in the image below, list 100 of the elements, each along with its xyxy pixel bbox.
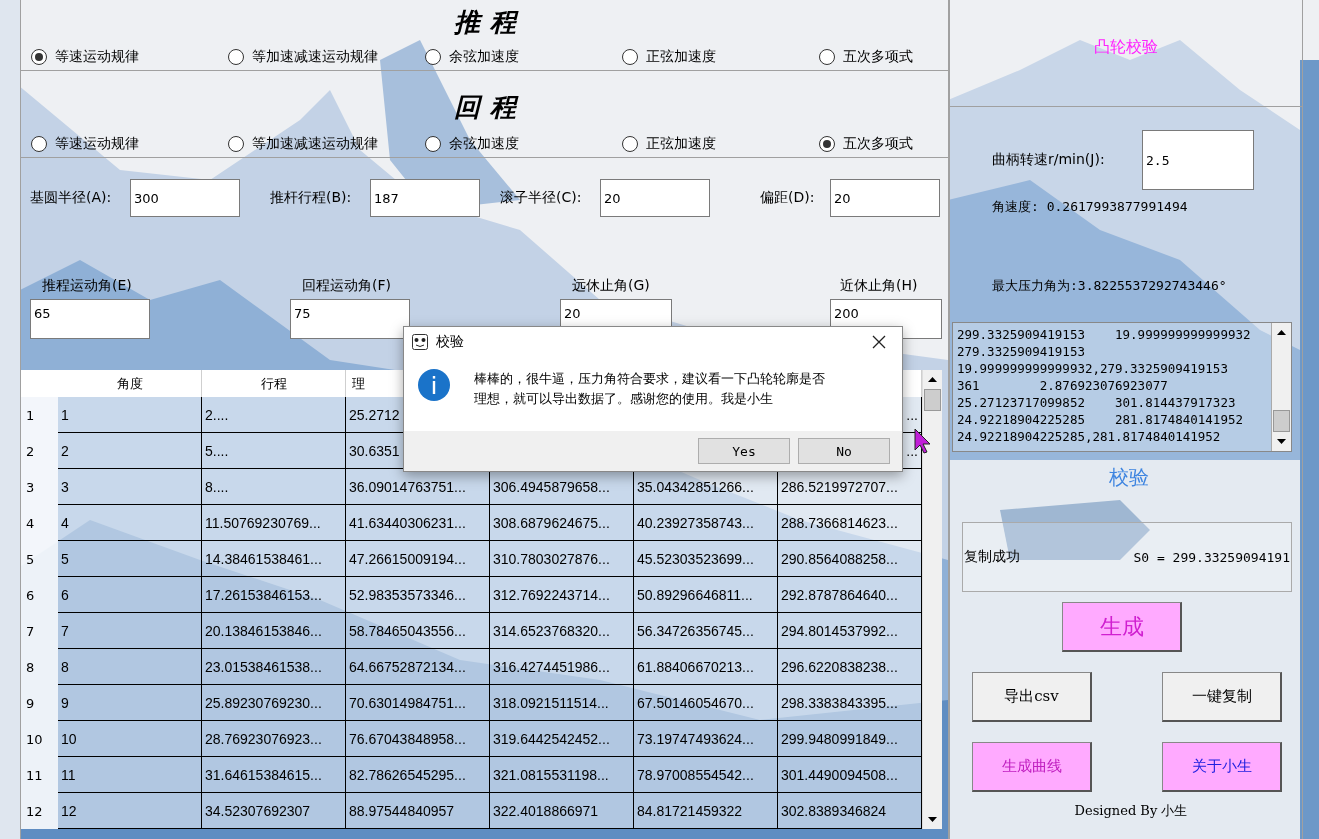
table-cell: 73.19747493624... — [634, 721, 778, 757]
radio-button[interactable]: 正弦加速度 — [622, 47, 716, 66]
table-cell: 36.09014763751... — [346, 469, 490, 505]
field-label: 滚子半径(C): — [500, 188, 583, 207]
column-header[interactable]: 行程 — [202, 370, 346, 397]
row-header: 8 — [21, 649, 58, 685]
column-header[interactable]: 角度 — [58, 370, 202, 397]
row-header: 4 — [21, 505, 58, 541]
column-header[interactable]: 理 — [352, 376, 365, 391]
table-cell: 316.4274451986... — [490, 649, 634, 685]
section-heading: 推程 — [452, 6, 526, 39]
input-field[interactable]: 20 — [600, 179, 710, 217]
table-cell: 20.13846153846... — [202, 613, 346, 649]
table-cell: 82.78626545295... — [346, 757, 490, 793]
table-cell: 314.6523768320... — [490, 613, 634, 649]
field-label: 推杆行程(B): — [270, 188, 353, 207]
input-field[interactable]: 187 — [370, 179, 480, 217]
table-cell: 308.6879624675... — [490, 505, 634, 541]
row-header: 12 — [21, 793, 58, 829]
field-label: 回程运动角(F) — [301, 277, 391, 295]
table-cell: 299.9480991849... — [778, 721, 922, 757]
table-cell: 5 — [58, 541, 202, 577]
scroll-thumb[interactable] — [1273, 410, 1290, 432]
button[interactable]: 一键复制 — [1162, 672, 1282, 722]
table-cell: 45.52303523699... — [634, 541, 778, 577]
field-label: 曲柄转速r/min(J): — [992, 151, 1106, 169]
table-cell: 294.8014537992... — [778, 613, 922, 649]
field-label: 偏距(D): — [760, 188, 816, 207]
radio-button[interactable]: 等加速减速运动规律 — [228, 134, 378, 153]
table-cell: 28.76923076923... — [202, 721, 346, 757]
radio-button[interactable]: 余弦加速度 — [425, 134, 519, 153]
table-cell: 301.4490094508... — [778, 757, 922, 793]
table-cell: 9 — [58, 685, 202, 721]
table-cell: 298.3383843395... — [778, 685, 922, 721]
table-cell: 296.6220838238... — [778, 649, 922, 685]
table-cell: 318.0921511514... — [490, 685, 634, 721]
field-label: 推程运动角(E) — [41, 277, 132, 295]
field-label: 基圆半径(A): — [30, 188, 113, 207]
info-icon — [418, 369, 450, 401]
radio-button[interactable]: 五次多项式 — [819, 47, 913, 66]
scroll-thumb[interactable] — [924, 389, 941, 411]
table-cell: 2.... — [202, 397, 346, 433]
radio-button[interactable]: 等速运动规律 — [31, 47, 139, 66]
table-cell: 302.8389346824 — [778, 793, 922, 829]
table-cell: 25.89230769230... — [202, 685, 346, 721]
table-cell: 310.7803027876... — [490, 541, 634, 577]
panel-title: 凸轮校验 — [1094, 37, 1158, 57]
button[interactable]: Yes — [698, 438, 790, 464]
table-cell: 1 — [58, 397, 202, 433]
output-text-box[interactable]: 299.3325909419153 19.999999999999932 279.3325909419153 19.999999999999932,279.3325909419153 361 2.876923076923077 25.27123717099852 301.814437917323 24.92218904225285 281.8174840141952 24.92218904225285,281.8174840141952 — [952, 322, 1292, 452]
row-header: 11 — [21, 757, 58, 793]
table-cell: 50.89296646811... — [634, 577, 778, 613]
radio-button[interactable]: 余弦加速度 — [425, 47, 519, 66]
table-cell: 78.97008554542... — [634, 757, 778, 793]
input-field[interactable]: 75 — [290, 299, 410, 339]
radio-button[interactable]: 等加速减速运动规律 — [228, 47, 378, 66]
button[interactable]: 导出csv — [972, 672, 1092, 722]
table-cell: 14.38461538461... — [202, 541, 346, 577]
table-cell: 58.78465043556... — [346, 613, 490, 649]
radio-button[interactable]: 五次多项式 — [819, 134, 913, 153]
table-cell: 5.... — [202, 433, 346, 469]
input-field[interactable]: 300 — [130, 179, 240, 217]
table-cell: 8.... — [202, 469, 346, 505]
radio-button[interactable]: 正弦加速度 — [622, 134, 716, 153]
section-heading: 校验 — [1108, 464, 1150, 491]
button[interactable]: 关于小生 — [1162, 742, 1282, 792]
input-field[interactable]: 65 — [30, 299, 150, 339]
input-field[interactable]: 2.5 — [1142, 130, 1254, 190]
row-header: 5 — [21, 541, 58, 577]
table-cell: 292.8787864640... — [778, 577, 922, 613]
row-header: 7 — [21, 613, 58, 649]
table-cell: 10 — [58, 721, 202, 757]
table-cell: 84.81721459322 — [634, 793, 778, 829]
field-label: 远休止角(G) — [571, 277, 650, 295]
radio-button[interactable]: 等速运动规律 — [31, 134, 139, 153]
app-icon — [412, 334, 428, 350]
table-cell: 41.63440306231... — [346, 505, 490, 541]
table-cell: 47.26615009194... — [346, 541, 490, 577]
scrollbar[interactable] — [1271, 323, 1291, 451]
table-cell: 3 — [58, 469, 202, 505]
table-cell: 56.34726356745... — [634, 613, 778, 649]
status-text: 复制成功 — [964, 548, 1020, 566]
row-header: 10 — [21, 721, 58, 757]
row-header: 1 — [21, 397, 58, 433]
button[interactable]: No — [798, 438, 890, 464]
footer-text: Designed By 小生 — [1073, 802, 1189, 820]
table-cell: 76.67043848958... — [346, 721, 490, 757]
table-cell: 34.52307692307 — [202, 793, 346, 829]
header-corner — [21, 370, 58, 397]
row-header: 3 — [21, 469, 58, 505]
row-header: 2 — [21, 433, 58, 469]
result-text: S0 = 299.33259094191 — [1133, 549, 1290, 565]
table-cell: 11.50769230769... — [202, 505, 346, 541]
table-cell: 23.01538461538... — [202, 649, 346, 685]
info-text: 角速度: 0.2617993877991494 — [991, 198, 1189, 216]
table-cell: 67.50146054670... — [634, 685, 778, 721]
table-cell: 7 — [58, 613, 202, 649]
table-cell: 290.8564088258... — [778, 541, 922, 577]
table-cell: 70.63014984751... — [346, 685, 490, 721]
input-field[interactable]: 20 — [830, 179, 940, 217]
